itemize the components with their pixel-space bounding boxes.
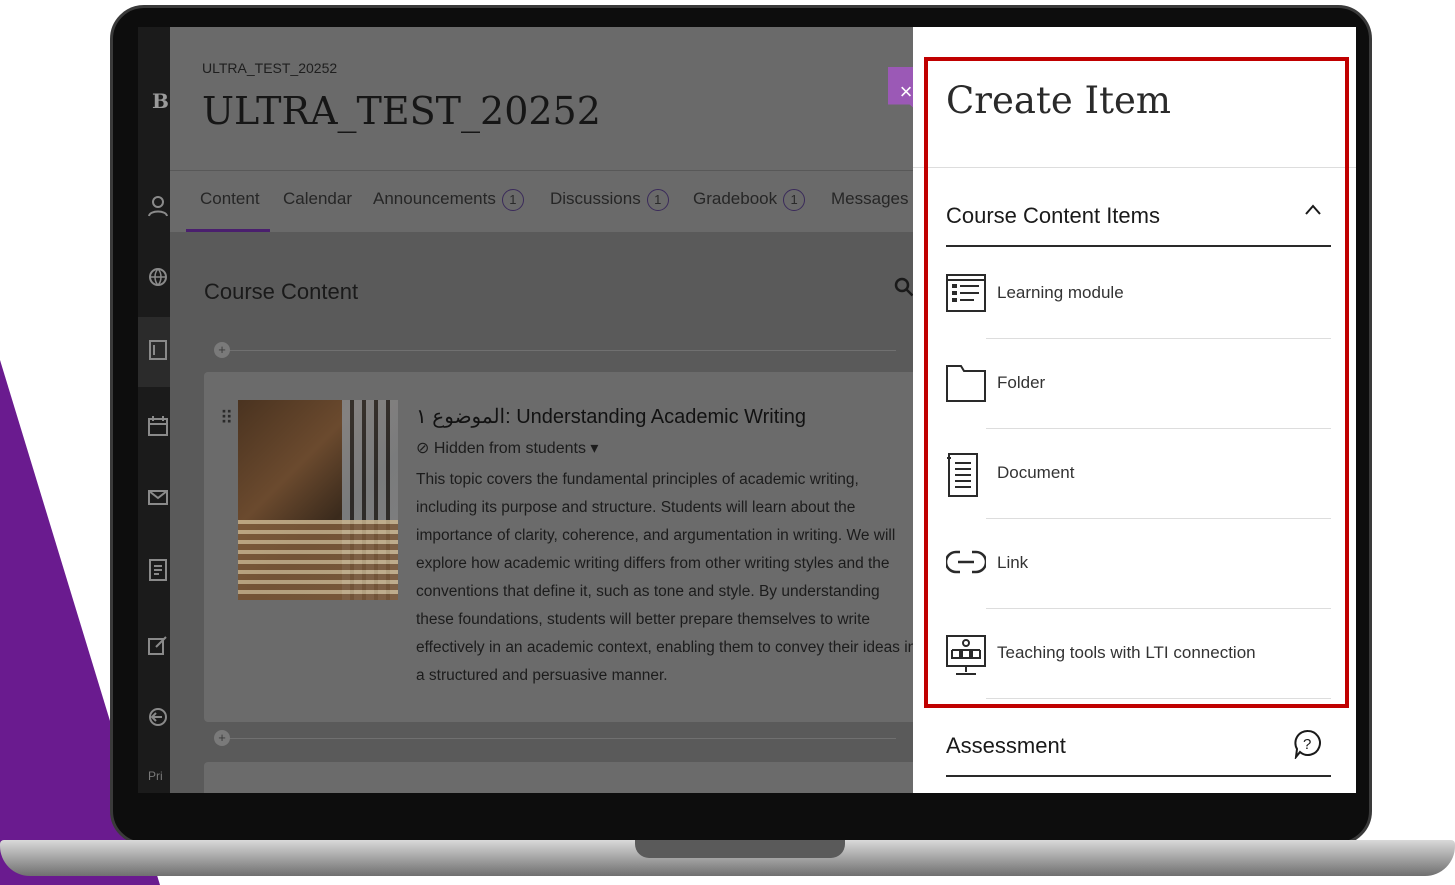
announcements-count-badge: 1 [501, 189, 524, 211]
course-header: ULTRA_TEST_20252 ULTRA_TEST_20252 [170, 27, 915, 170]
add-content-plus-icon[interactable]: + [214, 342, 230, 358]
visibility-status[interactable]: ⊘ Hidden from students ▾ [416, 438, 598, 458]
globe-icon[interactable] [148, 267, 168, 289]
sign-out-icon[interactable] [148, 707, 168, 729]
insert-divider [216, 350, 896, 351]
user-icon[interactable] [148, 195, 168, 217]
courses-icon[interactable] [148, 339, 168, 361]
content-item-title[interactable]: الموضوع ١: Understanding Academic Writin… [416, 404, 806, 429]
content-item-thumbnail [238, 400, 398, 600]
content-item-description: This topic covers the fundamental princi… [416, 471, 917, 684]
tab-messages[interactable]: Messages ( [831, 189, 919, 209]
tab-gradebook[interactable]: Gradebook 1 [693, 189, 806, 211]
brand-logo: B [152, 89, 169, 113]
chevron-down-icon: ▾ [590, 440, 599, 457]
tab-announcements[interactable]: Announcements 1 [373, 189, 524, 211]
insert-divider-2 [216, 738, 896, 739]
grades-icon[interactable] [148, 559, 168, 581]
gradebook-count-badge: 1 [783, 189, 806, 211]
group-label: Assessment [946, 733, 1066, 758]
course-tabs: Content Calendar Announcements 1 Discussi… [170, 170, 919, 233]
calendar-icon[interactable] [148, 415, 168, 437]
tab-discussions[interactable]: Discussions 1 [550, 189, 669, 211]
help-bubble-icon[interactable]: ? [1293, 729, 1323, 766]
tab-calendar[interactable]: Calendar [283, 189, 352, 209]
thumbnail-books [238, 520, 398, 600]
drag-handle-icon[interactable]: ⠿ [220, 408, 233, 429]
course-content-heading: Course Content [204, 279, 359, 304]
edit-icon[interactable] [148, 635, 168, 657]
close-icon: × [899, 79, 913, 104]
content-item-card[interactable]: ⠿ الموضوع ١: Understanding Academic Writ… [204, 372, 924, 722]
laptop-notch [635, 840, 845, 858]
privacy-link[interactable]: Pri [148, 765, 168, 787]
hidden-eye-icon: ⊘ [416, 440, 430, 457]
svg-text:?: ? [1303, 736, 1311, 753]
next-content-card[interactable] [204, 762, 924, 793]
course-title: ULTRA_TEST_20252 [202, 89, 601, 133]
assessment-header[interactable]: Assessment ? [946, 715, 1331, 777]
course-code: ULTRA_TEST_20252 [202, 60, 338, 76]
left-nav: B Pri [138, 27, 170, 793]
add-content-plus-icon-2[interactable]: + [214, 730, 230, 746]
messages-icon[interactable] [148, 487, 168, 509]
tab-content[interactable]: Content [200, 189, 260, 209]
highlight-box [924, 57, 1349, 708]
discussions-count-badge: 1 [646, 189, 669, 211]
search-icon[interactable] [894, 277, 914, 303]
